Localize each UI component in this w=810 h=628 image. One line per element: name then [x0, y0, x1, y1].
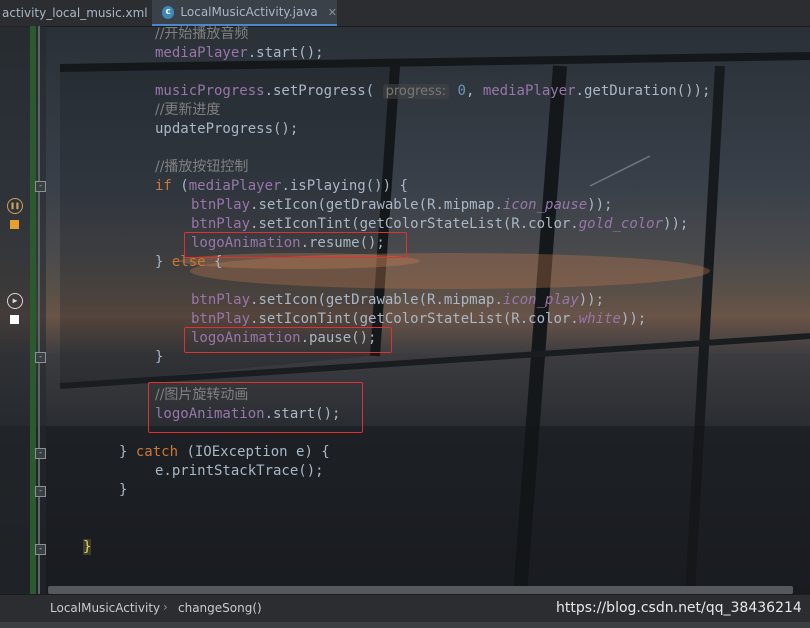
- fold-icon[interactable]: -: [35, 448, 46, 459]
- code-line: } catch (IOException e) {: [119, 444, 330, 460]
- close-icon[interactable]: ✕: [328, 6, 337, 19]
- fold-icon[interactable]: -: [35, 486, 46, 497]
- highlight-box-resume: [184, 232, 407, 258]
- code-line: musicProgress.setProgress( progress: 0, …: [155, 83, 711, 99]
- breadcrumb: LocalMusicActivity › changeSong() https:…: [0, 594, 810, 623]
- code-line: }: [83, 538, 92, 557]
- watermark-text: https://blog.csdn.net/qq_38436214: [556, 600, 802, 616]
- code-line: btnPlay.setIcon(getDrawable(R.mipmap.ico…: [191, 197, 613, 213]
- code-line: btnPlay.setIcon(getDrawable(R.mipmap.ico…: [191, 292, 605, 308]
- java-class-icon: c: [162, 5, 175, 19]
- tab-label: activity_local_music.xml: [2, 6, 148, 20]
- breadcrumb-method[interactable]: changeSong(): [178, 601, 262, 615]
- tab-activity-local-music-xml[interactable]: activity_local_music.xml ✕: [0, 0, 167, 26]
- ide-window: activity_local_music.xml ✕ c LocalMusicA…: [0, 0, 810, 628]
- highlight-box-start: [148, 382, 363, 433]
- tab-local-music-activity-java[interactable]: c LocalMusicActivity.java ✕: [152, 0, 337, 26]
- horizontal-scrollbar[interactable]: [48, 586, 793, 594]
- highlight-box-pause: [184, 327, 392, 353]
- code-line: }: [119, 482, 128, 498]
- chevron-right-icon: ›: [163, 600, 168, 614]
- code-line: mediaPlayer.start();: [155, 45, 324, 61]
- code-editor[interactable]: //开始播放音频 mediaPlayer.start(); musicProgr…: [50, 26, 810, 594]
- code-line: //更新进度: [155, 102, 221, 118]
- parameter-hint: progress:: [382, 84, 450, 99]
- vcs-change-marker: [30, 26, 36, 594]
- code-line: if (mediaPlayer.isPlaying()) {: [155, 178, 408, 194]
- pause-icon-gutter-preview[interactable]: ❚❚: [7, 198, 23, 214]
- play-icon-gutter-preview[interactable]: ▶: [7, 293, 23, 309]
- matched-brace: }: [83, 539, 92, 555]
- status-bar: [0, 622, 810, 628]
- code-line: e.printStackTrace();: [155, 463, 324, 479]
- code-line: //播放按钮控制: [155, 159, 249, 175]
- code-line: //开始播放音频: [155, 26, 249, 42]
- code-line: }: [155, 349, 164, 365]
- gold-color-swatch-icon[interactable]: [10, 220, 19, 229]
- editor-tab-bar: activity_local_music.xml ✕ c LocalMusicA…: [0, 0, 810, 27]
- fold-icon[interactable]: -: [35, 544, 46, 555]
- gutter-divider: [38, 26, 40, 594]
- fold-icon[interactable]: -: [35, 352, 46, 363]
- fold-icon[interactable]: -: [35, 181, 46, 192]
- white-color-swatch-icon[interactable]: [10, 315, 19, 324]
- tab-label: LocalMusicActivity.java: [180, 5, 318, 19]
- code-line: updateProgress();: [155, 121, 299, 137]
- breadcrumb-class[interactable]: LocalMusicActivity: [50, 601, 160, 615]
